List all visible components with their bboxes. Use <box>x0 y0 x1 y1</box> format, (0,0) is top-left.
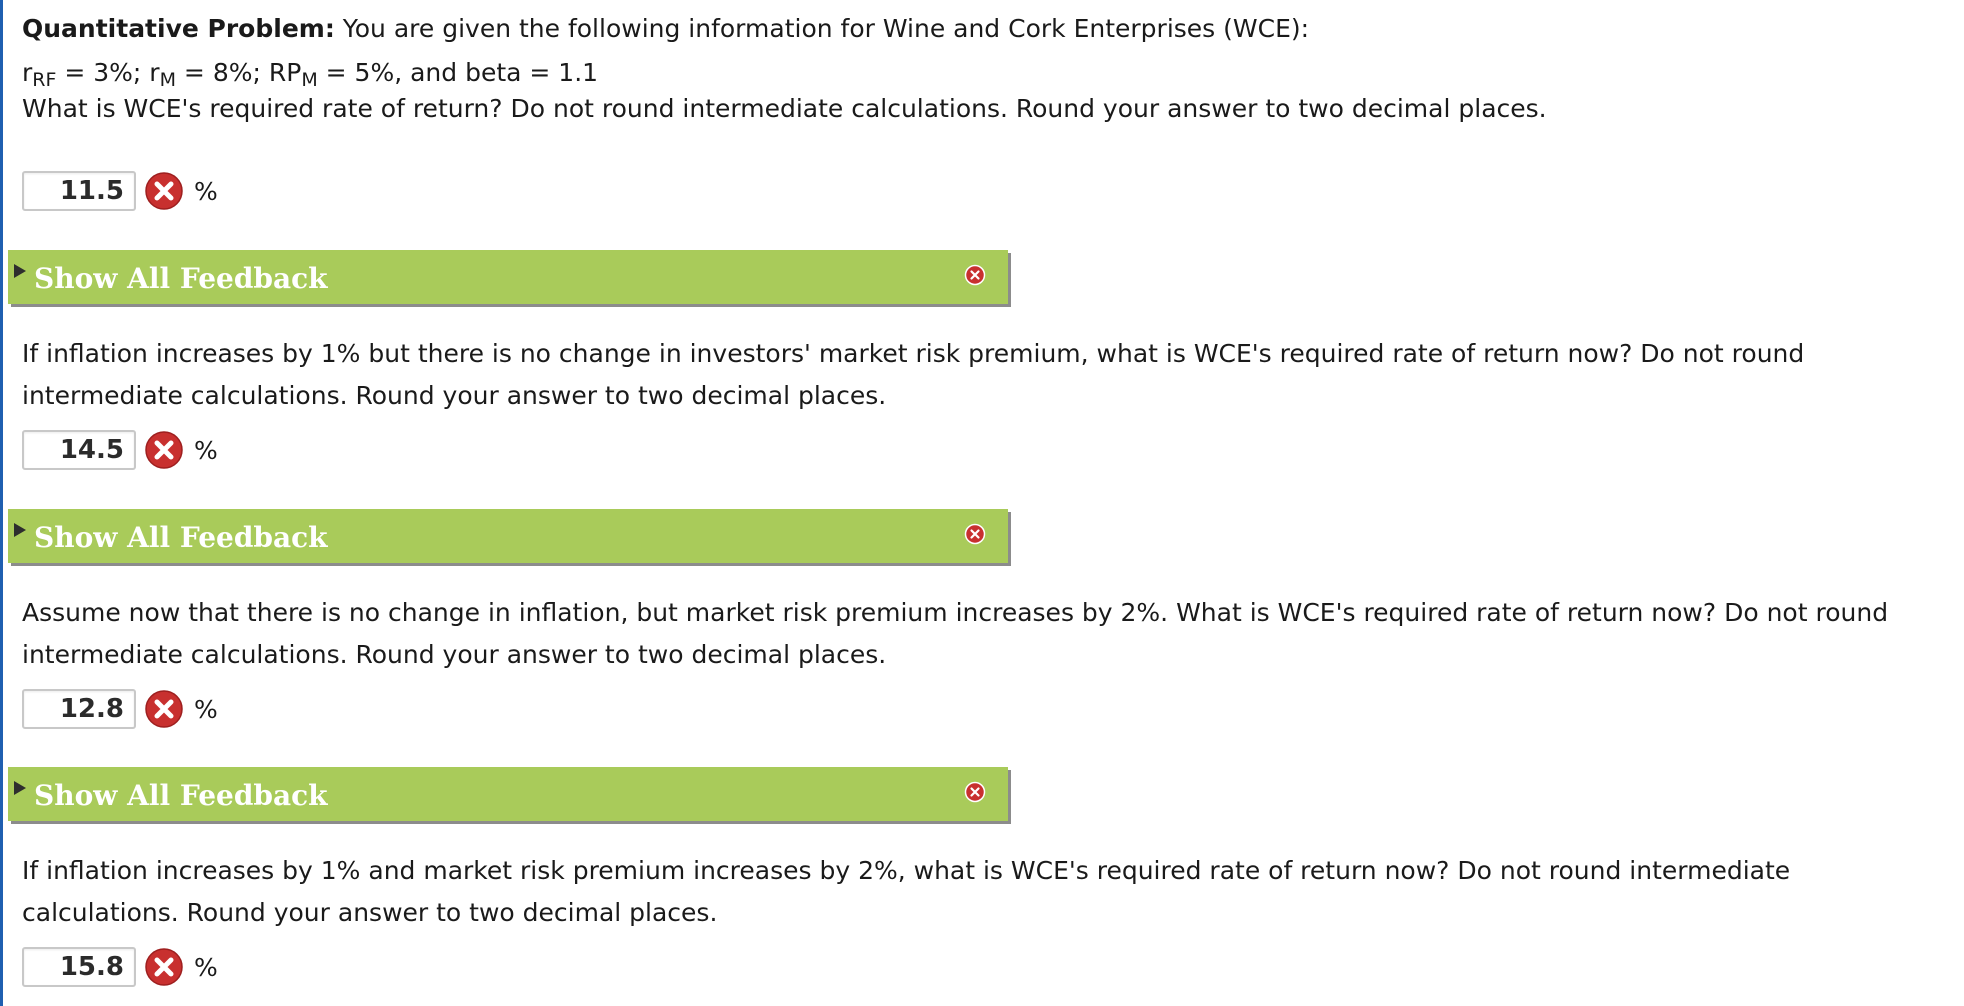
expand-arrow-icon[interactable] <box>14 523 26 537</box>
show-all-feedback-bar-2[interactable]: Show All Feedback <box>8 509 1008 563</box>
question-2-text: If inflation increases by 1% but there i… <box>22 339 1805 410</box>
question-3-text: Assume now that there is no change in in… <box>22 598 1889 669</box>
rpm-value: = 5%, and beta = 1.1 <box>317 58 599 87</box>
rrf-value: = 3%; <box>56 58 150 87</box>
incorrect-icon <box>145 431 183 469</box>
question-3-answer-row: 12.8 % <box>22 686 218 732</box>
show-all-feedback-label[interactable]: Show All Feedback <box>34 521 328 554</box>
problem-intro: Quantitative Problem: You are given the … <box>22 14 1309 44</box>
question-2-answer-row: 14.5 % <box>22 427 218 473</box>
incorrect-icon <box>145 948 183 986</box>
problem-label: Quantitative Problem: <box>22 14 335 43</box>
rm-symbol: r <box>149 58 160 87</box>
show-all-feedback-bar-1[interactable]: Show All Feedback <box>8 250 1008 304</box>
rm-value: = 8%; <box>175 58 269 87</box>
answer-input-4[interactable]: 15.8 <box>22 947 136 987</box>
answer-input-3[interactable]: 12.8 <box>22 689 136 729</box>
show-all-feedback-bar-3[interactable]: Show All Feedback <box>8 767 1008 821</box>
question-1-answer-row: 11.5 % <box>22 168 218 214</box>
incorrect-icon <box>145 690 183 728</box>
unit-percent: % <box>194 435 218 465</box>
expand-arrow-icon[interactable] <box>14 264 26 278</box>
incorrect-icon <box>145 172 183 210</box>
answer-input-1[interactable]: 11.5 <box>22 171 136 211</box>
close-icon[interactable] <box>964 523 986 545</box>
unit-percent: % <box>194 952 218 982</box>
close-icon[interactable] <box>964 264 986 286</box>
answer-input-2[interactable]: 14.5 <box>22 430 136 470</box>
question-4-text: If inflation increases by 1% and market … <box>22 856 1791 927</box>
unit-percent: % <box>194 694 218 724</box>
expand-arrow-icon[interactable] <box>14 781 26 795</box>
question-4-answer-row: 15.8 % <box>22 944 218 990</box>
left-border-rule <box>0 0 3 1006</box>
show-all-feedback-label[interactable]: Show All Feedback <box>34 779 328 812</box>
rpm-symbol: RP <box>268 58 302 87</box>
problem-intro-text: You are given the following information … <box>334 14 1310 43</box>
question-1-text: What is WCE's required rate of return? D… <box>22 94 1547 123</box>
rrf-symbol: r <box>22 58 33 87</box>
unit-percent: % <box>194 176 218 206</box>
show-all-feedback-label[interactable]: Show All Feedback <box>34 262 328 295</box>
close-icon[interactable] <box>964 781 986 803</box>
